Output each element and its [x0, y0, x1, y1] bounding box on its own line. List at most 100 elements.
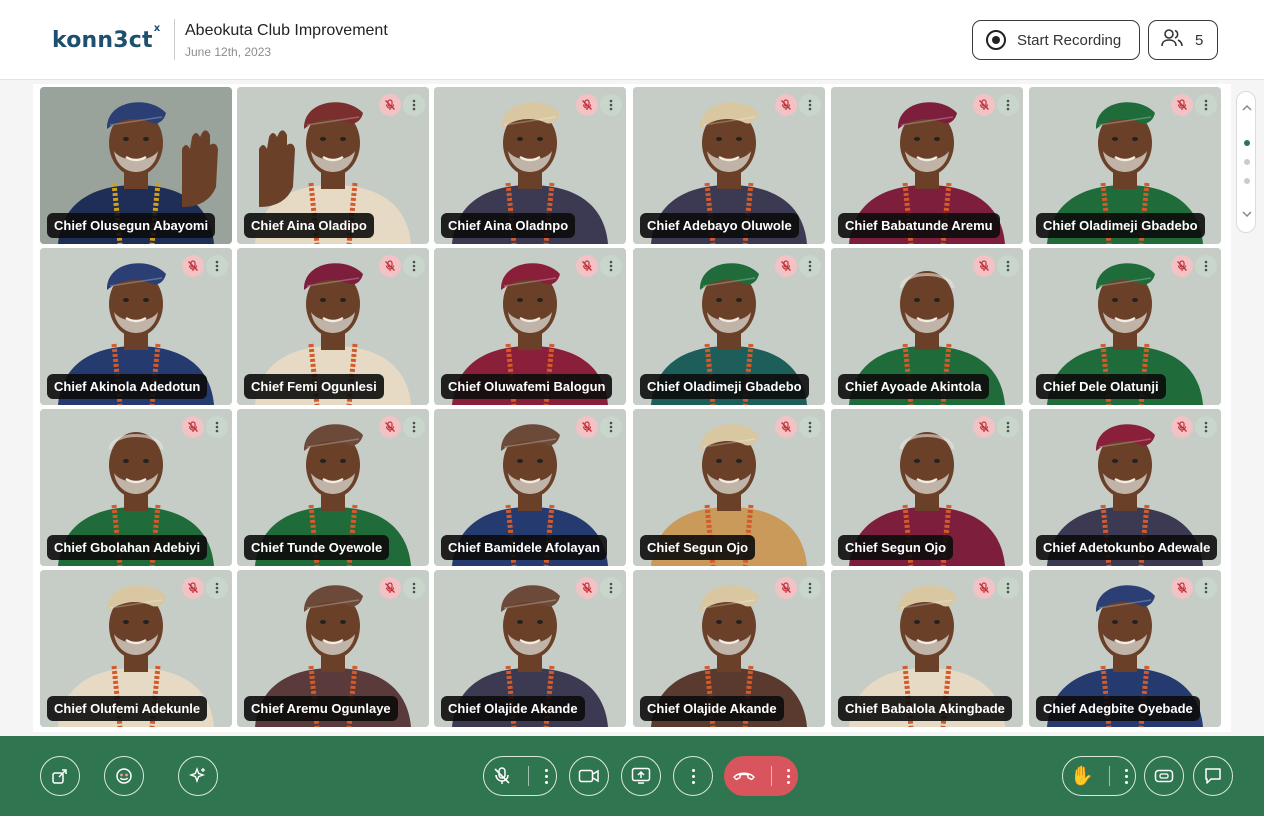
tile-more-icon[interactable] [997, 94, 1019, 116]
tile-more-icon[interactable] [600, 94, 622, 116]
tile-more-icon[interactable] [799, 577, 821, 599]
muted-mic-icon [576, 416, 598, 438]
tile-more-icon[interactable] [206, 577, 228, 599]
tile-more-icon[interactable] [600, 416, 622, 438]
tile-more-icon[interactable] [997, 255, 1019, 277]
tile-more-icon[interactable] [997, 416, 1019, 438]
hang-up-options-icon[interactable] [786, 768, 790, 784]
participant-tile[interactable]: Chief Gbolahan Adebiyi [40, 409, 232, 566]
app-logo: konn3ctx [52, 22, 161, 53]
participant-tile[interactable]: Chief Olufemi Adekunle [40, 570, 232, 727]
tile-more-icon[interactable] [1195, 255, 1217, 277]
captions-button[interactable] [1144, 756, 1184, 796]
participant-tile[interactable]: Chief Femi Ogunlesi [237, 248, 429, 405]
page-dot-active[interactable] [1244, 140, 1250, 146]
hang-up-icon[interactable] [732, 769, 756, 783]
participant-name: Chief Olusegun Abayomi [47, 213, 216, 238]
muted-mic-icon [379, 255, 401, 277]
tile-more-icon[interactable] [1195, 416, 1217, 438]
participant-tile[interactable]: Chief Segun Ojo [633, 409, 825, 566]
chevron-up-icon[interactable] [1241, 104, 1253, 112]
participant-name: Chief Ayoade Akintola [838, 374, 989, 399]
chat-button[interactable] [1193, 756, 1233, 796]
tile-more-icon[interactable] [403, 577, 425, 599]
tile-more-icon[interactable] [1195, 94, 1217, 116]
participant-name: Chief Adegbite Oyebade [1036, 696, 1200, 721]
participant-tile[interactable]: Chief Olajide Akande [633, 570, 825, 727]
participant-tile[interactable]: Chief Oluwafemi Balogun [434, 248, 626, 405]
participant-tile[interactable]: Chief Babatunde Aremu [831, 87, 1023, 244]
tile-more-icon[interactable] [1195, 577, 1217, 599]
tile-more-icon[interactable] [600, 577, 622, 599]
participant-name: Chief Aina Oladnpo [441, 213, 576, 238]
participant-tile[interactable]: Chief Dele Olatunji [1029, 248, 1221, 405]
participant-tile[interactable]: Chief Akinola Adedotun [40, 248, 232, 405]
participant-tile[interactable]: Chief Segun Ojo [831, 409, 1023, 566]
participant-tile[interactable]: Chief Aina Oladipo [237, 87, 429, 244]
microphone-control[interactable] [483, 756, 557, 796]
tile-more-icon[interactable] [997, 577, 1019, 599]
participant-tile[interactable]: Chief Aremu Ogunlaye [237, 570, 429, 727]
participant-tile[interactable]: Chief Bamidele Afolayan [434, 409, 626, 566]
page-dot[interactable] [1244, 159, 1250, 165]
control-bar: ✋ [0, 736, 1264, 816]
tile-more-icon[interactable] [799, 255, 821, 277]
participant-tile[interactable]: Chief Adetokunbo Adewale [1029, 409, 1221, 566]
muted-mic-icon [379, 416, 401, 438]
muted-mic-icon [775, 94, 797, 116]
tile-more-icon[interactable] [403, 94, 425, 116]
screen-share-icon [631, 767, 651, 784]
tile-more-icon[interactable] [206, 416, 228, 438]
mic-options-icon[interactable] [545, 768, 548, 784]
participant-tile[interactable]: Chief Oladimeji Gbadebo [633, 248, 825, 405]
meeting-date: June 12th, 2023 [185, 45, 272, 59]
muted-mic-icon [1171, 416, 1193, 438]
participants-count: 5 [1195, 31, 1204, 49]
participant-tile[interactable]: Chief Oladimeji Gbadebo [1029, 87, 1221, 244]
tile-more-icon[interactable] [403, 255, 425, 277]
participant-tile[interactable]: Chief Tunde Oyewole [237, 409, 429, 566]
participant-tile[interactable]: Chief Ayoade Akintola [831, 248, 1023, 405]
participant-name: Chief Aina Oladipo [244, 213, 374, 238]
muted-mic-icon [182, 577, 204, 599]
hang-up-control[interactable] [724, 756, 798, 796]
grid-scroll-panel[interactable] [1236, 91, 1256, 233]
video-grid: Chief Olusegun Abayomi Chief Aina Oladipo… [33, 84, 1231, 732]
effects-button[interactable] [178, 756, 218, 796]
participant-name: Chief Olajide Akande [640, 696, 784, 721]
screen-share-button[interactable] [621, 756, 661, 796]
participant-name: Chief Oladimeji Gbadebo [1036, 213, 1205, 238]
participant-tile[interactable]: Chief Aina Oladnpo [434, 87, 626, 244]
participant-tile[interactable]: Chief Adebayo Oluwole [633, 87, 825, 244]
tile-more-icon[interactable] [600, 255, 622, 277]
participant-tile[interactable]: Chief Olusegun Abayomi [40, 87, 232, 244]
tile-more-icon[interactable] [206, 255, 228, 277]
share-button[interactable] [40, 756, 80, 796]
reactions-button[interactable] [104, 756, 144, 796]
raise-hand-options-icon[interactable] [1124, 768, 1128, 784]
muted-mic-icon [379, 577, 401, 599]
tile-more-icon[interactable] [403, 416, 425, 438]
participant-tile[interactable]: Chief Babalola Akingbade [831, 570, 1023, 727]
participants-button[interactable]: 5 [1148, 20, 1218, 60]
split-divider [528, 766, 529, 786]
raise-hand-icon[interactable]: ✋ [1070, 767, 1094, 786]
muted-mic-icon [973, 255, 995, 277]
camera-button[interactable] [569, 756, 609, 796]
muted-mic-icon [576, 577, 598, 599]
mic-off-icon[interactable] [492, 766, 512, 786]
tile-more-icon[interactable] [799, 94, 821, 116]
participant-name: Chief Babatunde Aremu [838, 213, 1000, 238]
top-bar: konn3ctx Abeokuta Club Improvement June … [0, 0, 1264, 80]
start-recording-button[interactable]: Start Recording [972, 20, 1140, 60]
chat-icon [1205, 768, 1221, 784]
page-dot[interactable] [1244, 178, 1250, 184]
participant-tile[interactable]: Chief Adegbite Oyebade [1029, 570, 1221, 727]
share-icon [52, 769, 67, 784]
raise-hand-control[interactable]: ✋ [1062, 756, 1136, 796]
chevron-down-icon[interactable] [1241, 210, 1253, 218]
participant-tile[interactable]: Chief Olajide Akande [434, 570, 626, 727]
more-options-button[interactable] [673, 756, 713, 796]
tile-more-icon[interactable] [799, 416, 821, 438]
participant-name: Chief Aremu Ogunlaye [244, 696, 398, 721]
